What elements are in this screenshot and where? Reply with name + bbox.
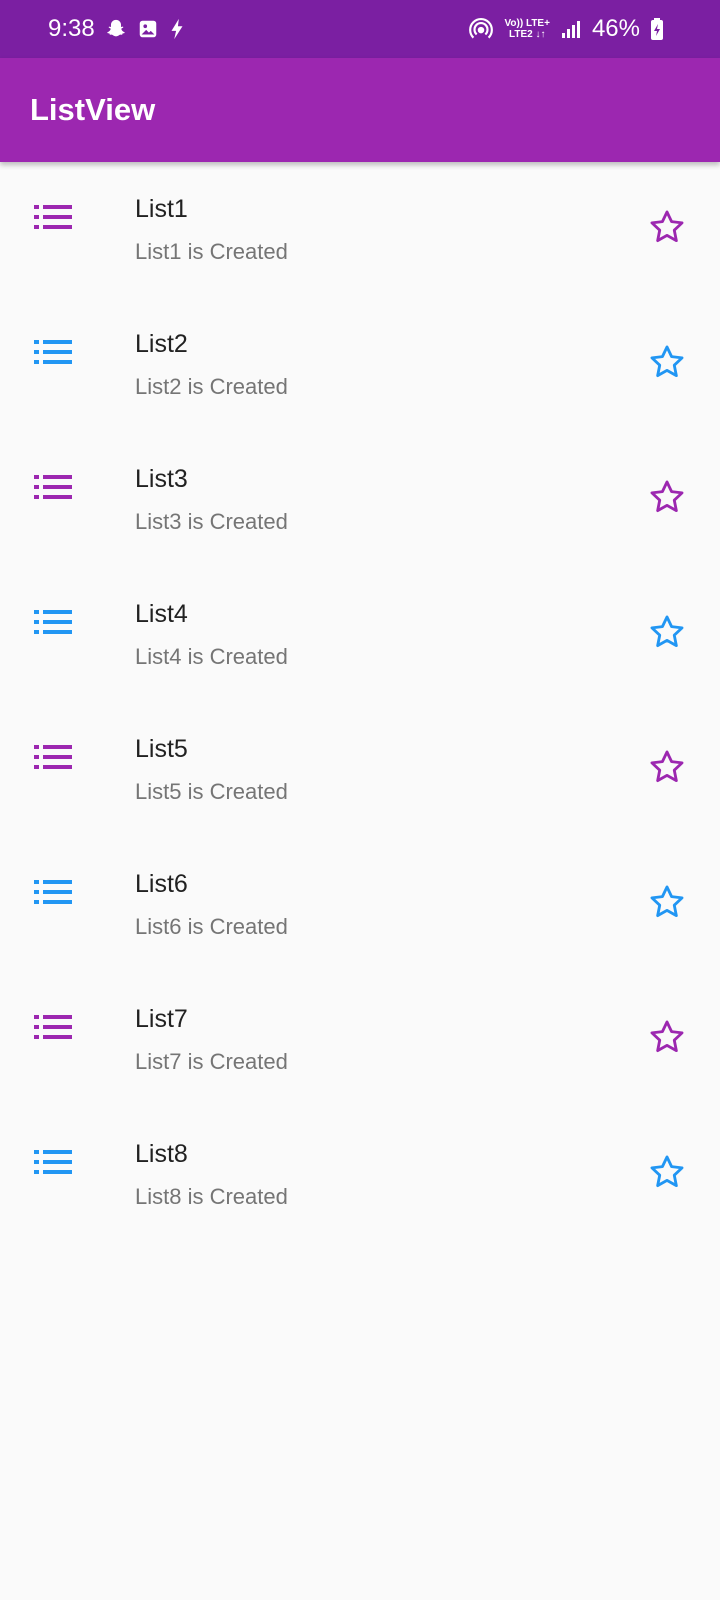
star-icon[interactable] <box>648 613 686 651</box>
list-item-subtitle: List8 is Created <box>135 1184 288 1209</box>
list-item-title: List7 <box>135 1005 188 1033</box>
list-icon <box>34 339 72 365</box>
star-icon[interactable] <box>648 883 686 921</box>
list-item[interactable]: List1 List1 is Created <box>0 162 720 297</box>
star-icon[interactable] <box>648 478 686 516</box>
list-item[interactable]: List5 List5 is Created <box>0 702 720 837</box>
star-icon[interactable] <box>648 748 686 786</box>
list-item-subtitle: List6 is Created <box>135 914 288 939</box>
list-icon <box>34 609 72 635</box>
list-item-title: List6 <box>135 870 188 898</box>
list-icon <box>34 474 72 500</box>
list-item[interactable]: List4 List4 is Created <box>0 567 720 702</box>
list-item-title: List4 <box>135 600 188 628</box>
list-item-title: List8 <box>135 1140 188 1168</box>
list-icon <box>34 744 72 770</box>
list-item-title: List2 <box>135 330 188 358</box>
app-bar: ListView <box>0 58 720 162</box>
hotspot-icon <box>468 16 494 42</box>
list-item-title: List3 <box>135 465 188 493</box>
list-item[interactable]: List7 List7 is Created <box>0 972 720 1107</box>
star-icon[interactable] <box>648 208 686 246</box>
list-item-subtitle: List3 is Created <box>135 509 288 534</box>
list-item-subtitle: List4 is Created <box>135 644 288 669</box>
list-item[interactable]: List2 List2 is Created <box>0 297 720 432</box>
network-indicator: Vo)) LTE+ LTE2 ↓↑ <box>504 18 550 40</box>
list-icon <box>34 1014 72 1040</box>
battery-icon <box>650 17 664 41</box>
app-bar-title: ListView <box>30 92 156 127</box>
star-icon[interactable] <box>648 1018 686 1056</box>
list-icon <box>34 204 72 230</box>
battery-percent: 46% <box>591 15 640 42</box>
list-item-subtitle: List2 is Created <box>135 374 288 399</box>
signal-icon <box>560 18 582 40</box>
status-time: 9:38 <box>48 15 95 42</box>
star-icon[interactable] <box>648 343 686 381</box>
list-icon <box>34 1149 72 1175</box>
status-bar: 9:38 Vo)) LTE+ LTE2 ↓↑ 46% <box>0 0 720 58</box>
snapchat-icon <box>105 18 127 40</box>
list-item-subtitle: List5 is Created <box>135 779 288 804</box>
flash-icon <box>169 18 185 40</box>
list-item[interactable]: List8 List8 is Created <box>0 1107 720 1242</box>
gallery-icon <box>137 18 159 40</box>
list-item[interactable]: List3 List3 is Created <box>0 432 720 567</box>
list-item-subtitle: List1 is Created <box>135 239 288 264</box>
list-view[interactable]: List1 List1 is Created List2 List2 is Creat… <box>0 162 720 1242</box>
list-item-subtitle: List7 is Created <box>135 1049 288 1074</box>
list-icon <box>34 879 72 905</box>
list-item[interactable]: List6 List6 is Created <box>0 837 720 972</box>
list-item-title: List1 <box>135 195 188 223</box>
star-icon[interactable] <box>648 1153 686 1191</box>
list-item-title: List5 <box>135 735 188 763</box>
